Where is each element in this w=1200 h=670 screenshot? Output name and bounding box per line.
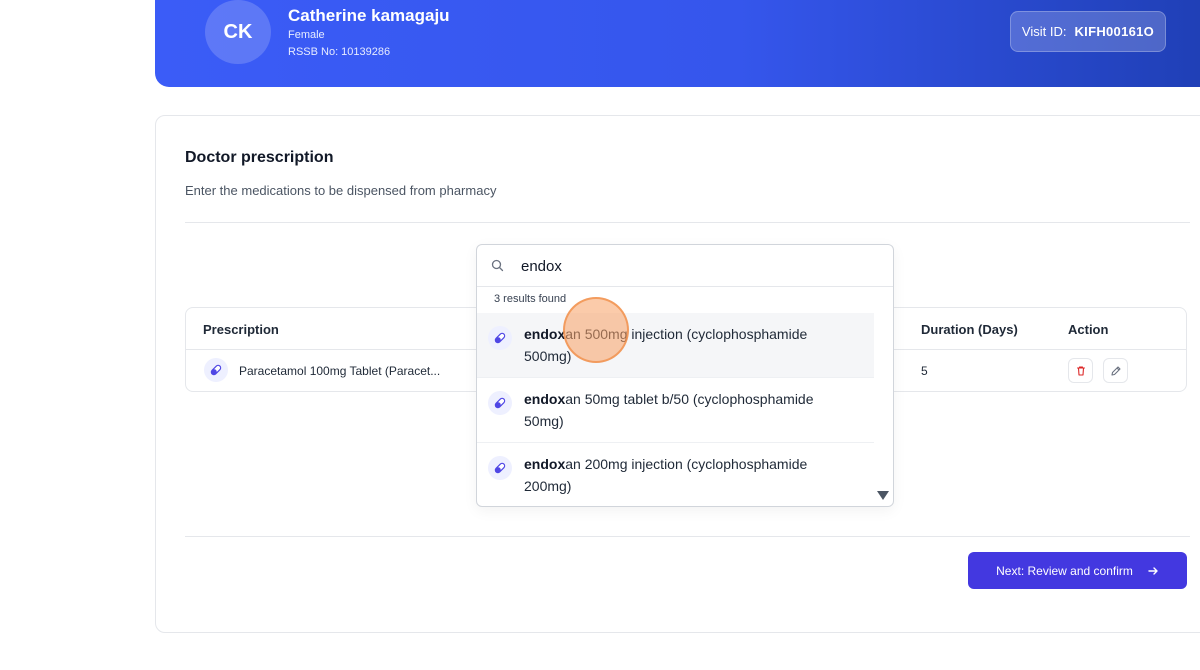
visit-id-badge: Visit ID: KIFH00161O <box>1010 11 1166 52</box>
patient-gender: Female <box>288 29 325 41</box>
visit-id-value: KIFH00161O <box>1074 24 1155 39</box>
medication-search-dropdown: 3 results found endoxan 500mg injection … <box>476 244 894 507</box>
search-result-text: endoxan 200mg injection (cyclophosphamid… <box>524 453 844 497</box>
pill-icon <box>488 456 512 480</box>
search-result-match: endox <box>524 456 566 472</box>
pencil-icon <box>1110 365 1121 376</box>
section-subtitle: Enter the medications to be dispensed fr… <box>185 183 497 198</box>
search-result-match: endox <box>524 391 566 407</box>
pill-icon <box>204 358 228 382</box>
patient-rssb-number: RSSB No: 10139286 <box>288 46 391 58</box>
search-result-item[interactable]: endoxan 200mg injection (cyclophosphamid… <box>477 443 874 506</box>
column-header-prescription: Prescription <box>203 322 279 337</box>
next-button-label: Next: Review and confirm <box>996 563 1133 578</box>
divider <box>185 536 1190 537</box>
search-results-list: endoxan 500mg injection (cyclophosphamid… <box>477 313 874 506</box>
delete-button[interactable] <box>1068 358 1093 383</box>
patient-header: CK Catherine kamagaju Female RSSB No: 10… <box>155 0 1200 87</box>
search-input-row <box>477 245 893 287</box>
results-count: 3 results found <box>494 293 567 305</box>
divider <box>185 222 1190 223</box>
section-title: Doctor prescription <box>185 149 334 166</box>
prescription-duration: 5 <box>921 364 928 378</box>
arrow-right-icon <box>1148 566 1158 575</box>
prescription-name: Paracetamol 100mg Tablet (Paracet... <box>239 364 441 378</box>
search-result-rest: an 200mg injection (cyclophosphamide 200… <box>524 456 808 494</box>
search-result-item[interactable]: endoxan 50mg tablet b/50 (cyclophosphami… <box>477 378 874 443</box>
column-header-duration: Duration (Days) <box>921 322 1018 337</box>
pill-icon <box>488 391 512 415</box>
scroll-down-arrow[interactable] <box>877 491 889 500</box>
trash-icon <box>1076 365 1085 376</box>
search-result-item[interactable]: endoxan 500mg injection (cyclophosphamid… <box>477 313 874 378</box>
column-header-action: Action <box>1068 322 1109 337</box>
click-indicator <box>563 297 629 363</box>
pill-icon <box>488 326 512 350</box>
visit-id-label: Visit ID: <box>1021 24 1067 39</box>
avatar: CK <box>205 0 271 64</box>
search-result-rest: an 50mg tablet b/50 (cyclophosphamide 50… <box>524 391 814 429</box>
search-icon <box>491 259 504 277</box>
patient-name: Catherine kamagaju <box>288 6 450 25</box>
medication-search-input[interactable] <box>521 255 861 277</box>
edit-button[interactable] <box>1103 358 1128 383</box>
search-result-text: endoxan 50mg tablet b/50 (cyclophosphami… <box>524 388 844 432</box>
search-result-match: endox <box>524 326 566 342</box>
next-review-confirm-button[interactable]: Next: Review and confirm <box>968 552 1187 589</box>
